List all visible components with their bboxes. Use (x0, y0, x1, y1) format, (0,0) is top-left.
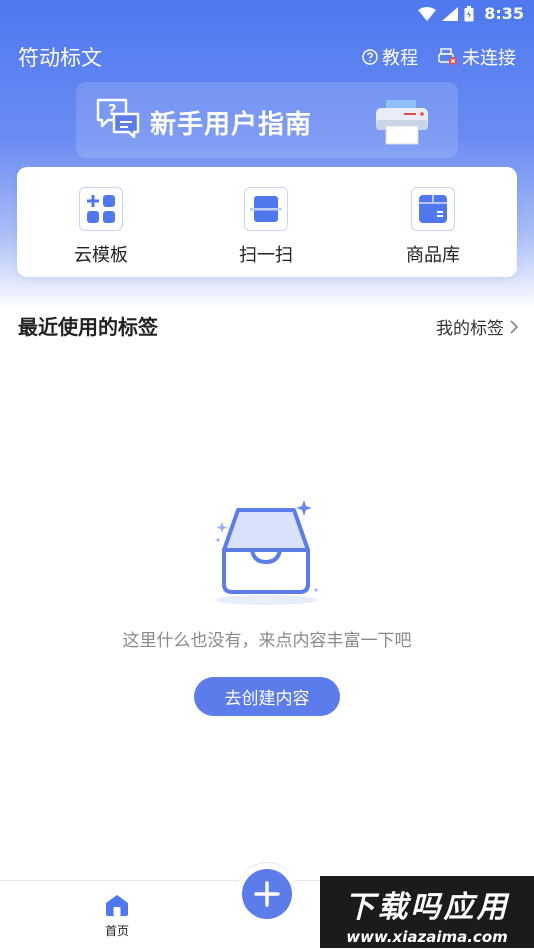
add-button[interactable] (242, 869, 292, 919)
home-icon (106, 895, 128, 916)
connection-label: 未连接 (462, 48, 516, 69)
status-time: 8:35 (484, 4, 524, 23)
battery-icon (464, 5, 474, 21)
cloud-template-icon (79, 187, 123, 231)
product-library-icon (411, 187, 455, 231)
create-content-button[interactable]: 去创建内容 (194, 677, 340, 716)
beginner-guide-banner[interactable]: ? 新手用户指南 (76, 82, 458, 158)
chevron-right-icon (510, 319, 518, 334)
quick-action-label: 云模板 (74, 245, 128, 266)
header-actions: 教程 未连接 (362, 44, 516, 70)
empty-box-icon (214, 500, 318, 605)
recent-labels-title: 最近使用的标签 (18, 315, 158, 339)
chat-question-icon: ? (96, 98, 140, 138)
plus-icon (254, 881, 280, 907)
watermark-url: www.xiazaima.com (346, 928, 508, 946)
banner-text: 新手用户指南 (150, 110, 313, 140)
printer-icon (376, 100, 428, 145)
my-tags-link[interactable]: 我的标签 (436, 314, 518, 339)
nav-home-label: 首页 (104, 924, 129, 938)
nav-home[interactable]: 首页 (92, 893, 142, 939)
my-tags-label: 我的标签 (436, 319, 504, 339)
cloud-template-button[interactable]: 云模板 (41, 187, 161, 267)
tutorial-label: 教程 (382, 48, 418, 69)
empty-state-message: 这里什么也没有，来点内容丰富一下吧 (122, 631, 412, 651)
app-title: 符动标文 (18, 46, 102, 70)
scan-button[interactable]: 扫一扫 (206, 187, 326, 267)
quick-actions-card: 云模板 扫一扫 商品库 (17, 167, 517, 277)
printer-disconnected-icon (438, 48, 457, 65)
status-bar: 8:35 (0, 0, 534, 28)
quick-action-label: 商品库 (406, 245, 460, 266)
signal-icon (442, 6, 459, 21)
connection-button[interactable]: 未连接 (438, 44, 516, 70)
product-library-button[interactable]: 商品库 (373, 187, 493, 267)
quick-action-label: 扫一扫 (239, 245, 293, 266)
watermark: 下载吗应用 www.xiazaima.com (320, 876, 534, 948)
watermark-main-text: 下载吗应用 (344, 890, 510, 925)
tutorial-button[interactable]: 教程 (362, 44, 418, 70)
scan-icon (244, 187, 288, 231)
help-icon (362, 49, 378, 65)
wifi-icon (418, 6, 437, 21)
